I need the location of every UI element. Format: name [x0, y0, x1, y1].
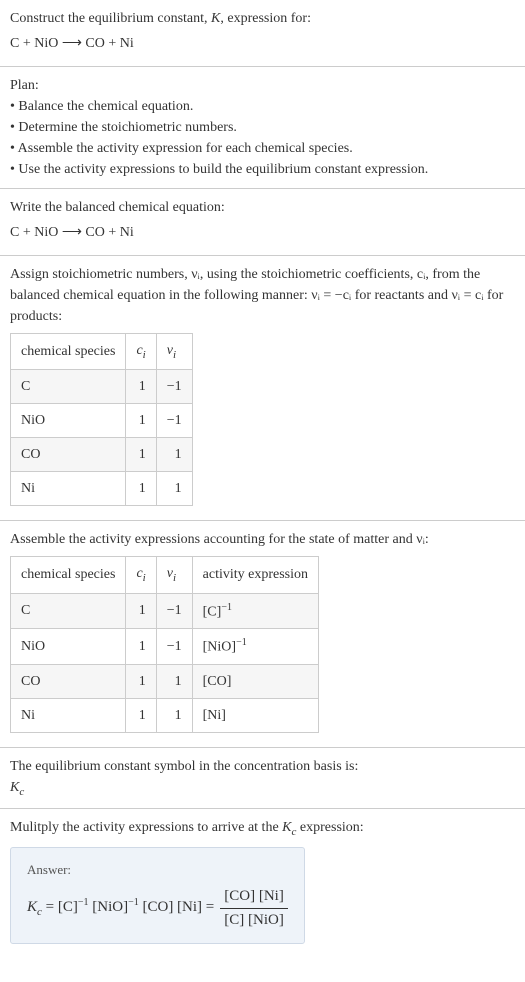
- th-ci: ci: [126, 557, 156, 593]
- cell-vi: 1: [156, 698, 192, 732]
- activity-table: chemical species ci νi activity expressi…: [10, 556, 319, 733]
- th-species: chemical species: [11, 334, 126, 370]
- cell-vi: −1: [156, 404, 192, 438]
- cell-species: C: [11, 370, 126, 404]
- table-row: C 1 −1: [11, 370, 193, 404]
- cell-species: C: [11, 593, 126, 629]
- cell-vi: 1: [156, 472, 192, 506]
- cell-vi: −1: [156, 593, 192, 629]
- stoich-table: chemical species ci νi C 1 −1 NiO 1 −1 C…: [10, 333, 193, 506]
- stoich-text: Assign stoichiometric numbers, νᵢ, using…: [10, 264, 515, 327]
- th-ci: ci: [126, 334, 156, 370]
- cell-species: CO: [11, 438, 126, 472]
- th-expr: activity expression: [192, 557, 318, 593]
- symbol-text: The equilibrium constant symbol in the c…: [10, 756, 515, 777]
- cell-expr: [C]−1: [192, 593, 318, 629]
- answer-label: Answer:: [27, 860, 288, 880]
- plan-item: • Assemble the activity expression for e…: [10, 138, 515, 159]
- symbol-section: The equilibrium constant symbol in the c…: [0, 748, 525, 809]
- balanced-section: Write the balanced chemical equation: C …: [0, 189, 525, 256]
- kc-formula: Kc = [C]−1 [NiO]−1 [CO] [Ni] = [CO] [Ni]…: [27, 885, 288, 931]
- plan-heading: Plan:: [10, 75, 515, 96]
- table-row: NiO 1 −1 [NiO]−1: [11, 629, 319, 665]
- kc-numerator: [CO] [Ni]: [220, 885, 288, 909]
- balanced-heading: Write the balanced chemical equation:: [10, 197, 515, 218]
- intro-section: Construct the equilibrium constant, K, e…: [0, 0, 525, 67]
- table-row: CO 1 1 [CO]: [11, 664, 319, 698]
- table-row: C 1 −1 [C]−1: [11, 593, 319, 629]
- cell-ci: 1: [126, 472, 156, 506]
- table-row: Ni 1 1: [11, 472, 193, 506]
- activity-section: Assemble the activity expressions accoun…: [0, 521, 525, 748]
- balanced-equation: C + NiO ⟶ CO + Ni: [10, 222, 515, 243]
- cell-ci: 1: [126, 629, 156, 665]
- cell-expr: [CO]: [192, 664, 318, 698]
- plan-item: • Use the activity expressions to build …: [10, 159, 515, 180]
- intro-equation: C + NiO ⟶ CO + Ni: [10, 33, 515, 54]
- cell-species: NiO: [11, 404, 126, 438]
- kc-lhs: Kc = [C]−1 [NiO]−1 [CO] [Ni] =: [27, 895, 214, 921]
- cell-ci: 1: [126, 593, 156, 629]
- cell-expr: [NiO]−1: [192, 629, 318, 665]
- cell-ci: 1: [126, 370, 156, 404]
- cell-ci: 1: [126, 698, 156, 732]
- activity-text: Assemble the activity expressions accoun…: [10, 529, 515, 550]
- cell-ci: 1: [126, 664, 156, 698]
- stoich-section: Assign stoichiometric numbers, νᵢ, using…: [0, 256, 525, 521]
- table-row: NiO 1 −1: [11, 404, 193, 438]
- cell-vi: −1: [156, 629, 192, 665]
- cell-species: Ni: [11, 472, 126, 506]
- plan-item: • Balance the chemical equation.: [10, 96, 515, 117]
- cell-ci: 1: [126, 438, 156, 472]
- symbol-value: Kc: [10, 777, 515, 800]
- kc-denominator: [C] [NiO]: [220, 909, 288, 932]
- multiply-text: Mulitply the activity expressions to arr…: [10, 817, 515, 840]
- table-row: Ni 1 1 [Ni]: [11, 698, 319, 732]
- cell-species: Ni: [11, 698, 126, 732]
- cell-ci: 1: [126, 404, 156, 438]
- cell-expr: [Ni]: [192, 698, 318, 732]
- answer-box: Answer: Kc = [C]−1 [NiO]−1 [CO] [Ni] = […: [10, 847, 305, 945]
- th-vi: νi: [156, 557, 192, 593]
- multiply-section: Mulitply the activity expressions to arr…: [0, 809, 525, 962]
- table-row: CO 1 1: [11, 438, 193, 472]
- intro-title: Construct the equilibrium constant, K, e…: [10, 8, 515, 29]
- plan-section: Plan: • Balance the chemical equation. •…: [0, 67, 525, 189]
- cell-species: NiO: [11, 629, 126, 665]
- cell-vi: 1: [156, 664, 192, 698]
- kc-fraction: [CO] [Ni] [C] [NiO]: [220, 885, 288, 931]
- plan-item: • Determine the stoichiometric numbers.: [10, 117, 515, 138]
- cell-vi: −1: [156, 370, 192, 404]
- th-species: chemical species: [11, 557, 126, 593]
- cell-vi: 1: [156, 438, 192, 472]
- th-vi: νi: [156, 334, 192, 370]
- cell-species: CO: [11, 664, 126, 698]
